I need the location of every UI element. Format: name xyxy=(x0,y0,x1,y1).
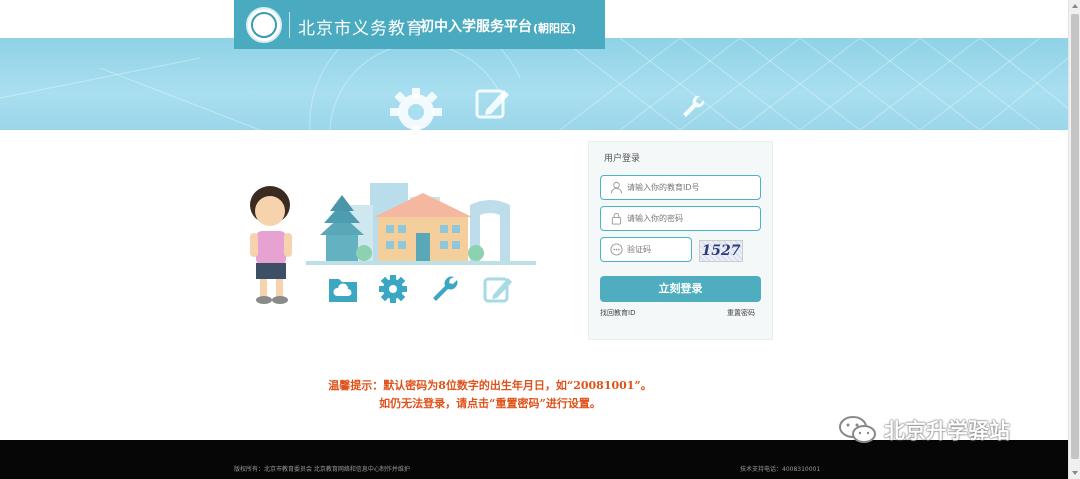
header-divider xyxy=(289,12,290,38)
wrench-icon xyxy=(683,95,705,117)
banner-pattern xyxy=(0,38,1068,130)
page: 北京市义务教育 初中入学服务平台 (朝阳区) 用户登录 请输入你的教育ID号 验… xyxy=(0,0,1080,479)
notice-line-2: 如仍无法登录，请点击“重置密码”进行设置。 xyxy=(379,397,601,410)
wrench-icon xyxy=(433,276,458,301)
captcha-field[interactable] xyxy=(600,237,692,262)
login-button[interactable]: 立刻登录 xyxy=(600,276,761,302)
student-figure xyxy=(250,186,292,304)
password-field[interactable] xyxy=(600,206,761,231)
login-panel: 用户登录 1527 立刻登录 找回教育ID 重置密码 xyxy=(588,141,773,340)
watermark-text: 北京升学驿站 xyxy=(884,419,1010,443)
find-id-link[interactable]: 找回教育ID xyxy=(600,308,635,318)
edu-id-input[interactable] xyxy=(627,176,756,199)
gear-icon xyxy=(379,275,407,303)
footer-copyright: 版权所有：北京市教育委员会 北京教育网络和信息中心制作并维护 xyxy=(234,466,410,473)
site-district: (朝阳区) xyxy=(533,22,577,35)
edit-icon xyxy=(483,277,512,303)
edu-id-field[interactable] xyxy=(600,175,761,200)
footer-support: 技术支持电话：4008310001 xyxy=(740,466,821,473)
scroll-thumb[interactable] xyxy=(1071,14,1079,459)
login-title: 用户登录 xyxy=(604,154,641,164)
emblem-icon xyxy=(246,7,282,43)
gear-icon xyxy=(390,88,442,130)
watermark: 北京升学驿站 xyxy=(838,415,1010,445)
reset-password-link[interactable]: 重置密码 xyxy=(727,308,755,318)
dots-icon xyxy=(610,243,623,256)
lock-icon xyxy=(611,212,622,225)
wechat-icon xyxy=(839,416,876,443)
password-input[interactable] xyxy=(627,207,756,230)
site-subtitle: 初中入学服务平台 xyxy=(420,19,532,35)
folder-cloud-icon xyxy=(329,279,357,302)
edit-icon xyxy=(475,89,509,119)
scroll-down-icon[interactable] xyxy=(1072,471,1078,475)
site-title: 北京市义务教育 xyxy=(298,19,424,39)
captcha-input[interactable] xyxy=(627,238,687,261)
hero-banner xyxy=(0,38,1068,130)
user-icon xyxy=(610,181,623,194)
scroll-up-icon[interactable] xyxy=(1072,4,1078,8)
notice-line-1: 温馨提示：默认密码为8位数字的出生年月日，如“20081001”。 xyxy=(328,379,652,392)
site-footer: 版权所有：北京市教育委员会 北京教育网络和信息中心制作并维护 技术支持电话：40… xyxy=(0,440,1068,479)
captcha-image[interactable]: 1527 xyxy=(699,240,743,262)
vertical-scrollbar[interactable] xyxy=(1068,0,1080,479)
